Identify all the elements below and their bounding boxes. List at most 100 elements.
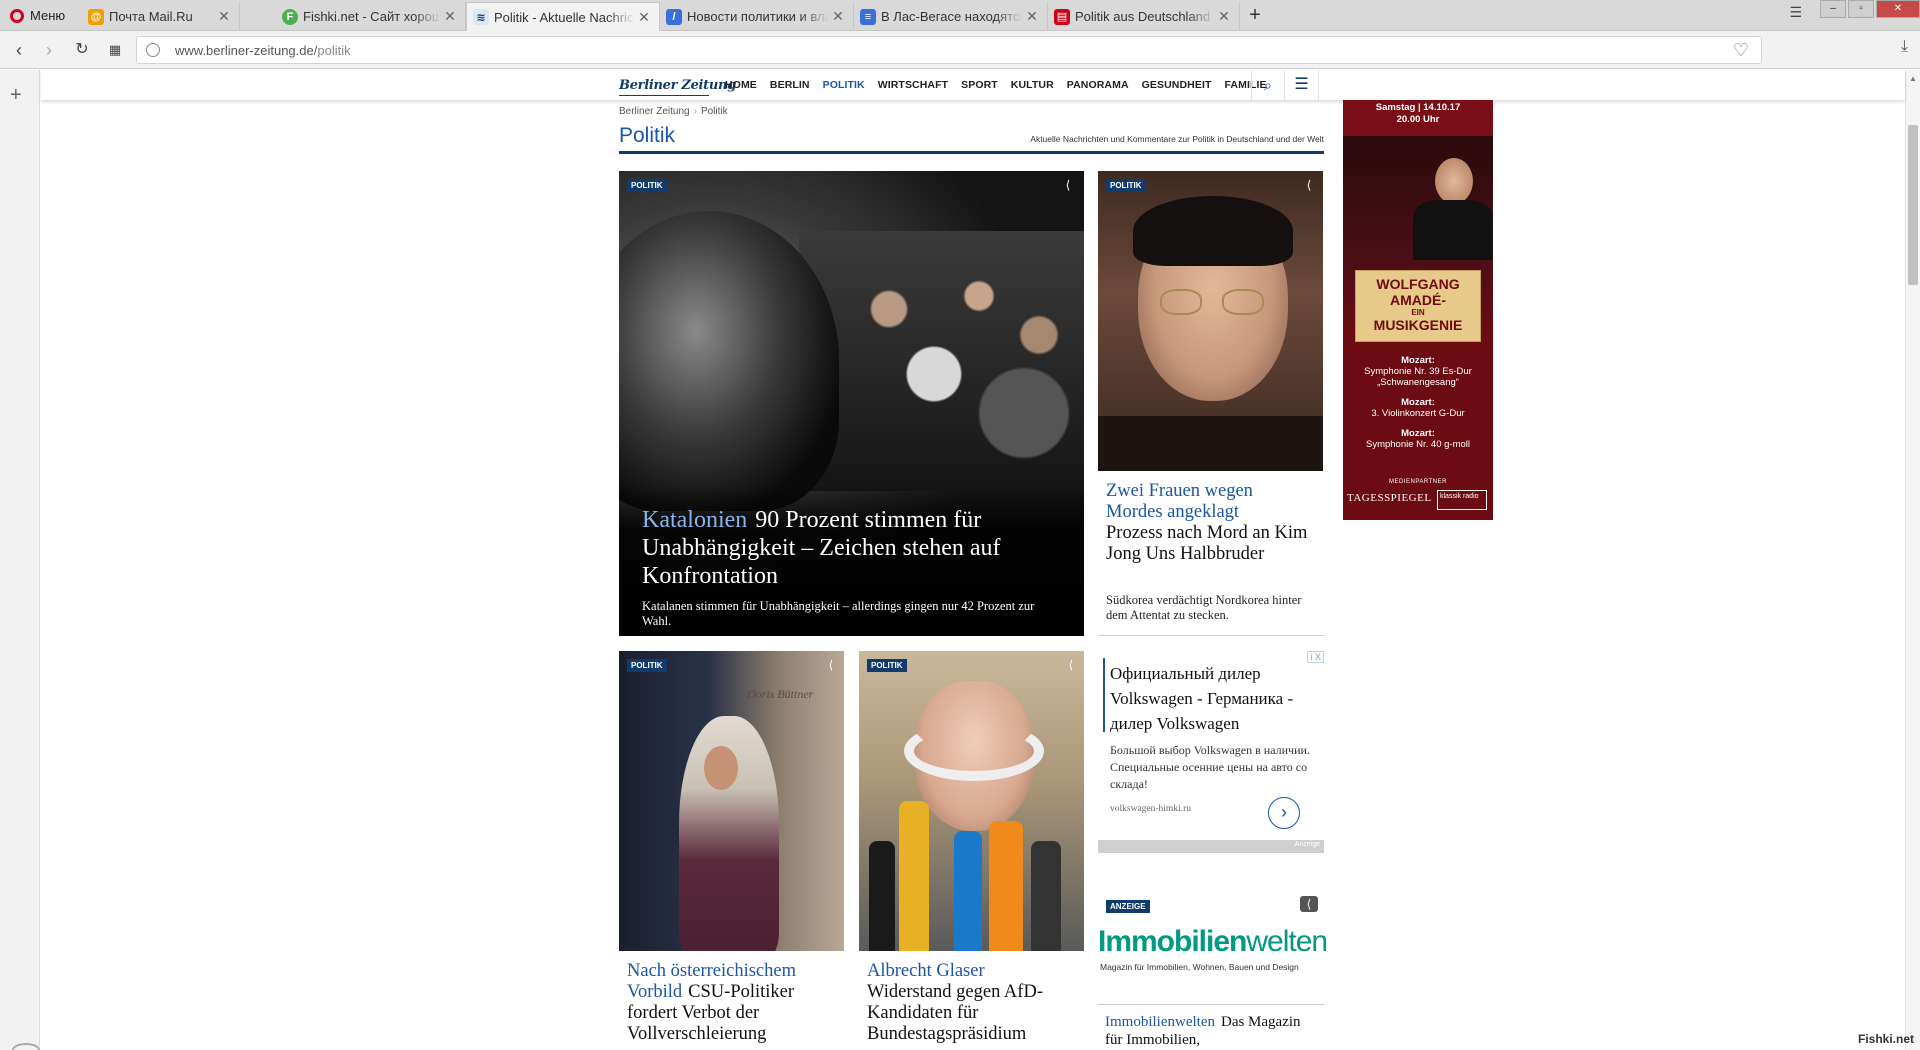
tab-novosti[interactable]: / Новости политики и власти ✕ bbox=[660, 2, 854, 31]
share-icon[interactable]: ⟨ bbox=[1300, 896, 1318, 912]
immobilienwelten-teaser[interactable]: Immobilienwelten Das Magazin für Immobili… bbox=[1105, 1013, 1315, 1049]
conductor-body bbox=[1413, 200, 1493, 260]
nav-item-politik[interactable]: POLITIK bbox=[823, 79, 865, 91]
browser-address-bar: ‹ › ↻ ▦ www.berliner-zeitung.de/politik … bbox=[0, 31, 1920, 69]
ad-headline[interactable]: Официальный дилер Volkswagen - Германика… bbox=[1110, 661, 1315, 736]
article-photo-burka: Doris Büttner bbox=[619, 651, 844, 951]
immobilienwelten-subline: Magazin für Immobilien, Wohnen, Bauen un… bbox=[1100, 962, 1299, 972]
program-composer: Mozart: bbox=[1401, 355, 1435, 366]
sidebar-bottom-icon[interactable] bbox=[12, 1043, 40, 1050]
close-tab-icon[interactable]: ✕ bbox=[441, 8, 459, 25]
logo-part-light: welten bbox=[1246, 925, 1328, 958]
chevron-right-icon[interactable]: › bbox=[1268, 797, 1300, 829]
article-headline[interactable]: Zwei Frauen wegen Mordes angeklagt Prozes… bbox=[1106, 481, 1316, 565]
add-sidebar-item-icon[interactable]: + bbox=[10, 84, 22, 107]
nav-item-wirtschaft[interactable]: WIRTSCHAFT bbox=[878, 79, 948, 91]
minimize-icon[interactable]: – bbox=[1820, 0, 1846, 18]
download-icon[interactable]: ⤓ bbox=[1901, 38, 1908, 56]
breadcrumb-home[interactable]: Berliner Zeitung bbox=[619, 106, 690, 117]
article-card-glaser[interactable]: POLITIK ⟨ Albrecht Glaser Widerstand gege… bbox=[859, 651, 1084, 1050]
url-text[interactable]: www.berliner-zeitung.de/politik bbox=[175, 43, 351, 58]
article-photo-glaser bbox=[859, 651, 1084, 951]
bookmark-heart-icon[interactable]: ♡ bbox=[1733, 40, 1749, 61]
hero-kicker: Katalonien bbox=[642, 507, 748, 533]
category-badge: POLITIK bbox=[867, 659, 907, 672]
fishki-watermark: Fishki.net bbox=[1857, 1032, 1914, 1046]
immobilienwelten-logo[interactable]: Immobilienwelten bbox=[1098, 925, 1328, 959]
ad-concert-banner[interactable]: Samstag | 14.10.17 20.00 Uhr WOLFGANG AM… bbox=[1343, 100, 1493, 520]
hero-headline[interactable]: Katalonien 90 Prozent stimmen für Unabhän… bbox=[642, 506, 1062, 590]
window-close-icon[interactable]: ✕ bbox=[1876, 0, 1920, 18]
article-headline[interactable]: Nach österreichischem Vorbild CSU-Politik… bbox=[627, 961, 837, 1045]
program-composer: Mozart: bbox=[1401, 397, 1435, 408]
close-tab-icon[interactable]: ✕ bbox=[1023, 8, 1041, 25]
media-partner-label: MEDIENPARTNER bbox=[1389, 479, 1447, 485]
browser-menu-label: Меню bbox=[30, 8, 66, 23]
scrollbar-thumb[interactable] bbox=[1908, 125, 1918, 285]
site-menu-icon[interactable]: ☰ bbox=[1285, 70, 1319, 100]
tab-politik-deutschland[interactable]: ▤ Politik aus Deutschland und ✕ bbox=[1048, 2, 1240, 31]
tab-fishki[interactable]: F Fishki.net - Сайт хорошего ✕ bbox=[276, 2, 466, 31]
hero-teaser: Katalanen stimmen für Unabhängigkeit – a… bbox=[642, 599, 1035, 628]
close-tab-icon[interactable]: ✕ bbox=[215, 8, 233, 25]
nav-item-home[interactable]: HOME bbox=[725, 79, 757, 91]
program-item: Mozart: Symphonie Nr. 39 Es-Dur „Schwanen… bbox=[1343, 355, 1493, 388]
maximize-icon[interactable]: ▫ bbox=[1848, 0, 1874, 18]
divider bbox=[1098, 635, 1324, 636]
article-card-burka[interactable]: Doris Büttner POLITIK ⟨ Nach österreichi… bbox=[619, 651, 844, 1050]
photo-microphone bbox=[899, 801, 929, 951]
concert-date: Samstag | 14.10.17 bbox=[1375, 102, 1461, 113]
forward-arrow-icon[interactable]: › bbox=[38, 39, 60, 61]
article-headline[interactable]: Albrecht Glaser Widerstand gegen AfD-Kand… bbox=[867, 961, 1077, 1045]
document-favicon-icon: ≡ bbox=[860, 8, 876, 25]
hero-article[interactable]: POLITIK ⟨ Katalonien 90 Prozent stimmen f… bbox=[619, 171, 1084, 636]
mail-ru-favicon-icon: @ bbox=[88, 8, 104, 25]
ad-immobilienwelten[interactable]: ANZEIGE ⟨ Immobilienwelten Magazin für I… bbox=[1098, 890, 1328, 1005]
article-card-kim[interactable]: POLITIK ⟨ Zwei Frauen wegen Mordes angek… bbox=[1098, 171, 1324, 631]
nav-item-panorama[interactable]: PANORAMA bbox=[1067, 79, 1129, 91]
back-arrow-icon[interactable]: ‹ bbox=[8, 39, 30, 61]
site-logo[interactable]: Berliner Zeitung bbox=[619, 78, 736, 93]
site-navigation: Berliner Zeitung HOME BERLIN POLITIK WIR… bbox=[41, 70, 1905, 100]
klassik-radio-logo: klassik radio bbox=[1437, 490, 1487, 510]
reload-icon[interactable]: ↻ bbox=[71, 39, 93, 61]
breadcrumb-separator-icon: › bbox=[693, 106, 697, 117]
photo-hair bbox=[904, 721, 1044, 781]
ad-volkswagen[interactable]: i X Официальный дилер Volkswagen - Герма… bbox=[1098, 651, 1324, 855]
tab-berliner-politik[interactable]: ≋ Politik - Aktuelle Nachrichten ✕ bbox=[466, 2, 660, 31]
nav-item-berlin[interactable]: BERLIN bbox=[770, 79, 810, 91]
tagesspiegel-logo: TAGESSPIEGEL bbox=[1347, 492, 1432, 504]
share-icon[interactable]: ⟨ bbox=[1059, 177, 1077, 193]
nav-item-sport[interactable]: SPORT bbox=[961, 79, 998, 91]
tab-title: В Лас-Вегасе находятся bbox=[881, 9, 1023, 24]
tab-las-vegas[interactable]: ≡ В Лас-Вегасе находятся ✕ bbox=[854, 2, 1048, 31]
concert-program: Mozart: Symphonie Nr. 39 Es-Dur „Schwanen… bbox=[1343, 355, 1493, 459]
tab-menu-icon[interactable]: ☰ bbox=[1789, 4, 1802, 21]
breadcrumb-current[interactable]: Politik bbox=[701, 106, 728, 117]
close-tab-icon[interactable]: ✕ bbox=[829, 8, 847, 25]
share-icon[interactable]: ⟨ bbox=[822, 657, 840, 673]
tab-mail-ru[interactable]: @ Почта Mail.Ru ✕ bbox=[82, 2, 240, 31]
breadcrumb: Berliner Zeitung › Politik bbox=[619, 106, 728, 117]
article-kicker: Albrecht Glaser bbox=[867, 961, 985, 981]
site-search-icon[interactable]: ⌕ bbox=[1251, 70, 1285, 100]
close-tab-icon[interactable]: ✕ bbox=[1215, 8, 1233, 25]
category-badge: POLITIK bbox=[627, 659, 667, 672]
page-scrollbar[interactable]: ▲ bbox=[1905, 70, 1920, 1050]
scroll-up-arrow-icon[interactable]: ▲ bbox=[1909, 74, 1917, 83]
close-tab-icon[interactable]: ✕ bbox=[635, 9, 653, 26]
ad-badge: ANZEIGE bbox=[1106, 900, 1150, 913]
share-icon[interactable]: ⟨ bbox=[1300, 177, 1318, 193]
photo-shop-sign: Doris Büttner bbox=[747, 687, 814, 701]
nav-item-gesundheit[interactable]: GESUNDHEIT bbox=[1142, 79, 1212, 91]
browser-menu-button[interactable]: Меню bbox=[0, 0, 82, 31]
ad-domain[interactable]: volkswagen-himki.ru bbox=[1110, 804, 1191, 814]
program-composer: Mozart: bbox=[1401, 428, 1435, 439]
new-tab-plus-icon[interactable]: + bbox=[1243, 3, 1267, 27]
share-icon[interactable]: ⟨ bbox=[1062, 657, 1080, 673]
nav-item-kultur[interactable]: KULTUR bbox=[1011, 79, 1054, 91]
article-kicker: Immobilienwelten bbox=[1105, 1014, 1215, 1030]
url-field[interactable]: www.berliner-zeitung.de/politik ♡ bbox=[136, 36, 1762, 64]
speed-dial-grid-icon[interactable]: ▦ bbox=[104, 39, 126, 61]
tab-title: Politik aus Deutschland und bbox=[1075, 9, 1215, 24]
